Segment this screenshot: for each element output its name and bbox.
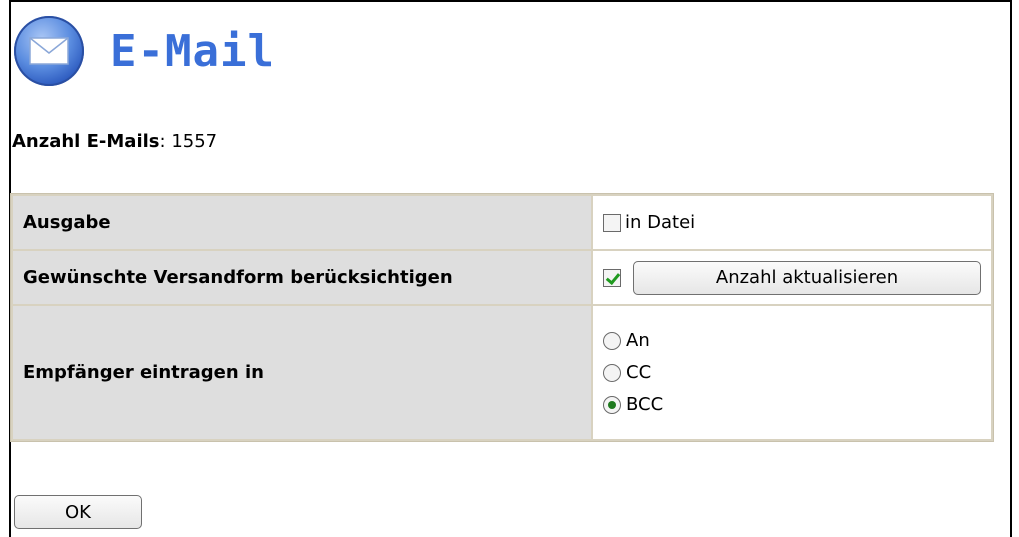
radio-to-label: An	[626, 330, 650, 351]
email-count: Anzahl E-Mails: 1557	[12, 131, 217, 152]
radio-to[interactable]: An	[603, 330, 981, 351]
email-count-label: Anzahl E-Mails	[12, 131, 160, 152]
table-row: Gewünschte Versandform berücksichtigen A…	[13, 251, 991, 304]
options-table: Ausgabe in Datei Gewünschte Versandform …	[10, 193, 994, 442]
radio-cc-label: CC	[626, 362, 652, 383]
in-file-label: in Datei	[625, 212, 696, 233]
mail-icon	[14, 16, 84, 86]
radio-bcc-label: BCC	[626, 394, 664, 415]
page-title: E-Mail	[110, 25, 275, 77]
output-label: Ausgabe	[13, 196, 591, 249]
in-file-checkbox[interactable]	[603, 213, 621, 232]
recipients-label: Empfänger eintragen in	[13, 306, 591, 439]
dispatch-checkbox[interactable]	[603, 268, 621, 287]
table-row: Ausgabe in Datei	[13, 196, 991, 249]
update-count-button[interactable]: Anzahl aktualisieren	[633, 260, 981, 295]
email-count-value: 1557	[171, 131, 218, 152]
in-file-option[interactable]: in Datei	[603, 212, 981, 233]
radio-to-button[interactable]	[603, 331, 621, 350]
table-row: Empfänger eintragen in An CC BCC	[13, 306, 991, 439]
ok-button[interactable]: OK	[14, 495, 142, 529]
header: E-Mail	[14, 16, 275, 86]
radio-cc-button[interactable]	[603, 363, 621, 382]
radio-bcc[interactable]: BCC	[603, 394, 981, 415]
radio-cc[interactable]: CC	[603, 362, 981, 383]
dispatch-label: Gewünschte Versandform berücksichtigen	[13, 251, 591, 304]
radio-bcc-button[interactable]	[603, 395, 621, 414]
email-count-separator: :	[159, 131, 166, 152]
recipient-radio-group: An CC BCC	[603, 320, 981, 425]
